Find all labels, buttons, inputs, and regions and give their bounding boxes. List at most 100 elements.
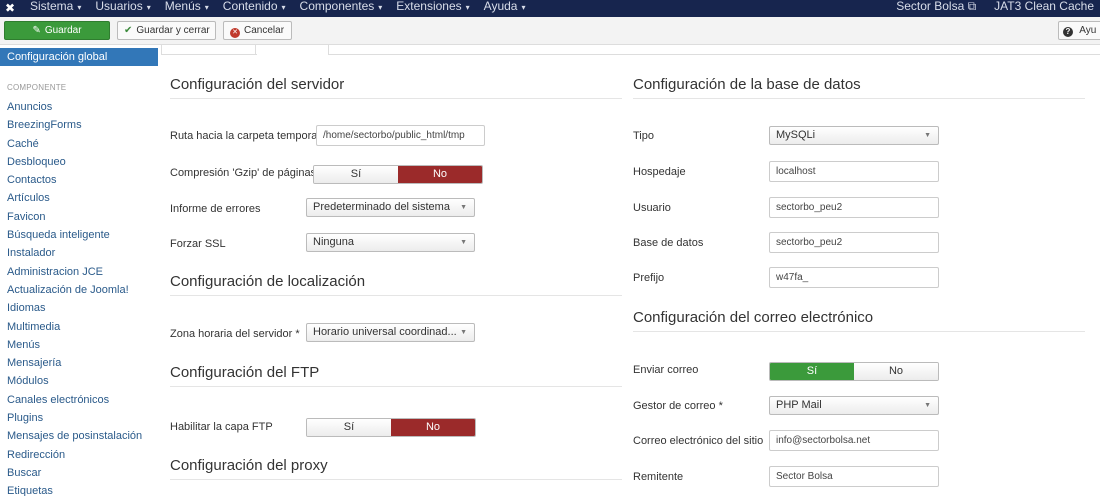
db-type-select[interactable]: MySQLi ▼ <box>769 126 939 145</box>
caret-down-icon: ▾ <box>378 3 383 12</box>
sidebar-item[interactable]: Desbloqueo <box>7 153 142 171</box>
gzip-yes-option[interactable]: Sí <box>314 166 398 183</box>
ftp-no-option[interactable]: No <box>391 419 475 436</box>
divider <box>170 295 622 296</box>
from-email-input[interactable]: info@sectorbolsa.net <box>769 430 939 451</box>
mail-section-title: Configuración del correo electrónico <box>633 309 874 326</box>
db-prefix-label: Prefijo <box>633 272 665 284</box>
mailer-value: PHP Mail <box>776 399 822 411</box>
mailer-select[interactable]: PHP Mail ▼ <box>769 396 939 415</box>
sidebar-item[interactable]: Favicon <box>7 208 142 226</box>
sidebar-list: Anuncios BreezingForms Caché Desbloqueo … <box>7 98 142 496</box>
menu-sistema[interactable]: Sistema ▾ <box>30 0 81 17</box>
save-label: Guardar <box>44 25 82 36</box>
help-button[interactable]: ? Ayu <box>1058 21 1100 40</box>
sidebar-item[interactable]: Artículos <box>7 189 142 207</box>
sidebar-item[interactable]: Mensajes de posinstalación <box>7 427 142 445</box>
toolbar: ✎ Guardar ✔ Guardar y cerrar ✕ Cancelar ? A… <box>0 17 1100 45</box>
help-icon: ? <box>1063 27 1073 37</box>
site-link[interactable]: Sector Bolsa ⧉ <box>896 0 976 17</box>
save-close-button[interactable]: ✔ Guardar y cerrar <box>117 21 216 40</box>
db-host-label: Hospedaje <box>633 166 686 178</box>
sidebar-item[interactable]: Búsqueda inteligente <box>7 226 142 244</box>
menu-contenido[interactable]: Contenido ▾ <box>223 0 286 17</box>
mailer-label: Gestor de correo * <box>633 400 723 412</box>
menu-label: Componentes <box>299 0 375 13</box>
locale-section-title: Configuración de localización <box>170 273 366 290</box>
db-name-input[interactable]: sectorbo_peu2 <box>769 232 939 253</box>
check-icon: ✔ <box>124 25 133 36</box>
tab-active[interactable] <box>257 45 329 55</box>
sidebar-item[interactable]: Redirección <box>7 446 142 464</box>
error-reporting-label: Informe de errores <box>170 203 261 215</box>
tmp-path-input[interactable]: /home/sectorbo/public_html/tmp <box>316 125 485 146</box>
database-section-title: Configuración de la base de datos <box>633 76 861 93</box>
sidebar-item[interactable]: Menús <box>7 336 142 354</box>
sidebar-item[interactable]: Mensajería <box>7 354 142 372</box>
force-ssl-select[interactable]: Ninguna ▼ <box>306 233 475 252</box>
caret-down-icon: ▾ <box>465 3 470 12</box>
close-icon: ✕ <box>230 28 240 38</box>
from-name-label: Remitente <box>633 471 684 483</box>
menu-label: Menús <box>164 0 201 13</box>
send-mail-toggle: Sí No <box>769 362 939 381</box>
clean-cache-link[interactable]: JAT3 Clean Cache <box>994 0 1094 17</box>
error-reporting-select[interactable]: Predeterminado del sistema ▼ <box>306 198 475 217</box>
menu-componentes[interactable]: Componentes ▾ <box>300 0 383 17</box>
sidebar-item[interactable]: Buscar <box>7 464 142 482</box>
sidebar-item[interactable]: Multimedia <box>7 318 142 336</box>
send-mail-no-option[interactable]: No <box>854 363 938 380</box>
joomla-logo-icon[interactable]: ✖ <box>5 0 21 16</box>
db-host-input[interactable]: localhost <box>769 161 939 182</box>
ftp-yes-option[interactable]: Sí <box>307 419 391 436</box>
db-prefix-input[interactable]: w47fa_ <box>769 267 939 288</box>
caret-down-icon: ▾ <box>146 3 151 12</box>
timezone-label: Zona horaria del servidor * <box>170 328 300 340</box>
sidebar: Configuración global COMPONENTE Anuncios… <box>0 46 159 496</box>
db-type-label: Tipo <box>633 130 654 142</box>
save-button[interactable]: ✎ Guardar <box>4 21 110 40</box>
sidebar-item[interactable]: Plugins <box>7 409 142 427</box>
ftp-section-title: Configuración del FTP <box>170 364 320 381</box>
from-name-input[interactable]: Sector Bolsa <box>769 466 939 487</box>
sidebar-item[interactable]: Actualización de Joomla! <box>7 281 142 299</box>
sidebar-item[interactable]: Administracion JCE <box>7 263 142 281</box>
navbar-right: Sector Bolsa ⧉ JAT3 Clean Cache <box>896 0 1094 17</box>
sidebar-item-active[interactable]: Configuración global <box>0 48 158 66</box>
cancel-button[interactable]: ✕ Cancelar <box>223 21 292 40</box>
tab-previous[interactable] <box>161 45 256 55</box>
sidebar-item[interactable]: Contactos <box>7 171 142 189</box>
chevron-down-icon: ▼ <box>460 329 467 336</box>
db-type-value: MySQLi <box>776 129 816 141</box>
menu-extensiones[interactable]: Extensiones ▾ <box>396 0 469 17</box>
sidebar-item[interactable]: BreezingForms <box>7 116 142 134</box>
sidebar-item[interactable]: Anuncios <box>7 98 142 116</box>
sidebar-item[interactable]: Idiomas <box>7 299 142 317</box>
timezone-select[interactable]: Horario universal coordinad... ▼ <box>306 323 475 342</box>
caret-down-icon: ▾ <box>521 3 526 12</box>
gzip-toggle: Sí No <box>313 165 483 184</box>
chevron-down-icon: ▼ <box>924 132 931 139</box>
sidebar-item[interactable]: Módulos <box>7 372 142 390</box>
menu-usuarios[interactable]: Usuarios ▾ <box>95 0 150 17</box>
help-label: Ayu <box>1079 25 1097 36</box>
menu-ayuda[interactable]: Ayuda ▾ <box>484 0 526 17</box>
sidebar-item[interactable]: Caché <box>7 135 142 153</box>
timezone-value: Horario universal coordinad... <box>313 326 457 338</box>
tab-strip <box>161 45 1100 55</box>
sidebar-item[interactable]: Canales electrónicos <box>7 391 142 409</box>
menu-menus[interactable]: Menús ▾ <box>165 0 209 17</box>
sidebar-item[interactable]: Instalador <box>7 244 142 262</box>
caret-down-icon: ▾ <box>204 3 209 12</box>
site-name: Sector Bolsa <box>896 0 965 13</box>
db-user-input[interactable]: sectorbo_peu2 <box>769 197 939 218</box>
sidebar-item[interactable]: Etiquetas <box>7 482 142 496</box>
gzip-no-option[interactable]: No <box>398 166 482 183</box>
server-section-title: Configuración del servidor <box>170 76 345 93</box>
caret-down-icon: ▾ <box>281 3 286 12</box>
error-reporting-value: Predeterminado del sistema <box>313 201 450 213</box>
chevron-down-icon: ▼ <box>460 239 467 246</box>
menu-label: Usuarios <box>95 0 143 13</box>
force-ssl-value: Ninguna <box>313 236 354 248</box>
send-mail-yes-option[interactable]: Sí <box>770 363 854 380</box>
